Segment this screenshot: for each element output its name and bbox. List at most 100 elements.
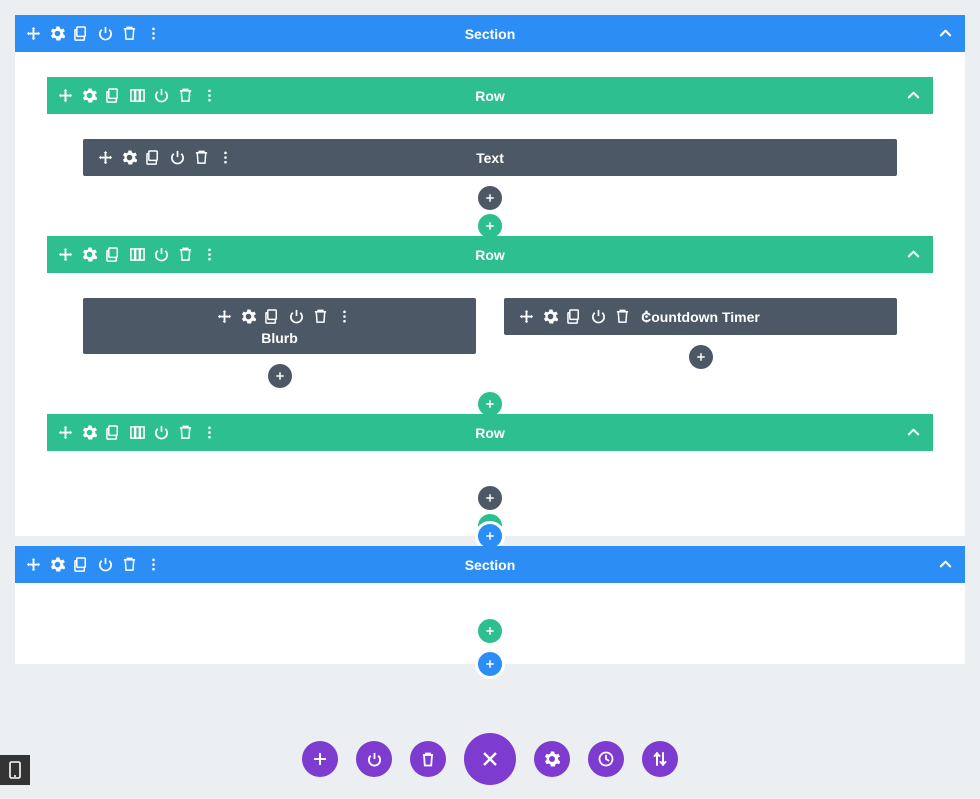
- move-button[interactable]: [57, 88, 73, 104]
- toggle-button[interactable]: [97, 557, 113, 573]
- toggle-button[interactable]: [153, 88, 169, 104]
- plus-icon: [274, 370, 286, 382]
- move-button[interactable]: [57, 247, 73, 263]
- add-module-button[interactable]: [478, 186, 502, 210]
- duplicate-button[interactable]: [105, 247, 121, 263]
- move-icon: [58, 88, 73, 103]
- plus-icon: [484, 192, 496, 204]
- settings-button[interactable]: [542, 309, 558, 325]
- delete-button[interactable]: [313, 308, 329, 324]
- move-button[interactable]: [57, 425, 73, 441]
- move-button[interactable]: [25, 557, 41, 573]
- delete-button[interactable]: [177, 88, 193, 104]
- add-module-button[interactable]: [689, 345, 713, 369]
- toggle-icon: [289, 309, 304, 324]
- duplicate-button[interactable]: [265, 308, 281, 324]
- duplicate-icon: [74, 557, 89, 572]
- more-button[interactable]: [201, 88, 217, 104]
- save-draft-button[interactable]: [356, 741, 392, 777]
- more-button[interactable]: [145, 557, 161, 573]
- history-icon: [598, 751, 614, 767]
- move-button[interactable]: [217, 308, 233, 324]
- more-button[interactable]: [201, 247, 217, 263]
- settings-button[interactable]: [241, 308, 257, 324]
- columns-button[interactable]: [129, 247, 145, 263]
- plus-icon: [313, 752, 327, 766]
- move-icon: [58, 425, 73, 440]
- columns-button[interactable]: [129, 88, 145, 104]
- settings-button[interactable]: [81, 88, 97, 104]
- duplicate-button[interactable]: [145, 150, 161, 166]
- duplicate-button[interactable]: [566, 309, 582, 325]
- row: Row Text: [47, 77, 933, 226]
- more-button[interactable]: [217, 150, 233, 166]
- plus-icon: [484, 530, 496, 542]
- move-button[interactable]: [97, 150, 113, 166]
- toggle-menu-button[interactable]: [464, 733, 516, 785]
- delete-button[interactable]: [614, 309, 630, 325]
- add-module-button[interactable]: [478, 486, 502, 510]
- settings-button[interactable]: [49, 26, 65, 42]
- chevron-up-icon: [906, 88, 921, 103]
- toggle-button[interactable]: [590, 309, 606, 325]
- settings-button[interactable]: [121, 150, 137, 166]
- settings-button[interactable]: [81, 247, 97, 263]
- plus-icon: [484, 398, 496, 410]
- duplicate-button[interactable]: [105, 425, 121, 441]
- history-button[interactable]: [588, 741, 624, 777]
- collapse-button[interactable]: [906, 77, 921, 114]
- collapse-button[interactable]: [938, 546, 953, 583]
- settings-button[interactable]: [81, 425, 97, 441]
- toggle-icon: [170, 150, 185, 165]
- settings-button[interactable]: [49, 557, 65, 573]
- toggle-button[interactable]: [153, 247, 169, 263]
- columns-button[interactable]: [129, 425, 145, 441]
- collapse-button[interactable]: [906, 236, 921, 273]
- delete-button[interactable]: [177, 247, 193, 263]
- delete-button[interactable]: [177, 425, 193, 441]
- delete-button[interactable]: [121, 557, 137, 573]
- page-settings-button[interactable]: [534, 741, 570, 777]
- module-label: Blurb: [83, 330, 476, 346]
- toggle-button[interactable]: [289, 308, 305, 324]
- row-toolbar: [47, 88, 217, 104]
- section-body: RowTextRowBlurbCountdown TimerRow: [15, 52, 965, 526]
- toggle-button[interactable]: [169, 150, 185, 166]
- add-button[interactable]: [302, 741, 338, 777]
- delete-button[interactable]: [121, 26, 137, 42]
- add-module-button[interactable]: [268, 364, 292, 388]
- delete-icon: [178, 247, 193, 262]
- close-icon: [481, 750, 499, 768]
- toggle-button[interactable]: [97, 26, 113, 42]
- toggle-button[interactable]: [153, 425, 169, 441]
- collapse-button[interactable]: [938, 15, 953, 52]
- duplicate-icon: [106, 88, 121, 103]
- delete-button[interactable]: [193, 150, 209, 166]
- duplicate-icon: [74, 26, 89, 41]
- move-button[interactable]: [25, 26, 41, 42]
- duplicate-button[interactable]: [73, 26, 89, 42]
- portability-button[interactable]: [642, 741, 678, 777]
- more-button[interactable]: [337, 308, 353, 324]
- more-button[interactable]: [145, 26, 161, 42]
- discard-button[interactable]: [410, 741, 446, 777]
- duplicate-button[interactable]: [105, 88, 121, 104]
- module-toolbar: [504, 309, 654, 325]
- add-section-button[interactable]: [475, 649, 505, 679]
- chevron-up-icon: [938, 557, 953, 572]
- move-icon: [26, 557, 41, 572]
- more-button[interactable]: [201, 425, 217, 441]
- collapse-button[interactable]: [906, 414, 921, 451]
- add-row-button[interactable]: [475, 616, 505, 646]
- module: Text: [83, 139, 897, 176]
- settings-icon: [50, 26, 65, 41]
- more-button[interactable]: [638, 309, 654, 325]
- move-button[interactable]: [518, 309, 534, 325]
- duplicate-button[interactable]: [73, 557, 89, 573]
- row-header: Row: [47, 77, 933, 114]
- power-icon: [367, 752, 382, 767]
- move-icon: [217, 309, 232, 324]
- toggle-icon: [98, 26, 113, 41]
- settings-icon: [241, 309, 256, 324]
- settings-icon: [122, 150, 137, 165]
